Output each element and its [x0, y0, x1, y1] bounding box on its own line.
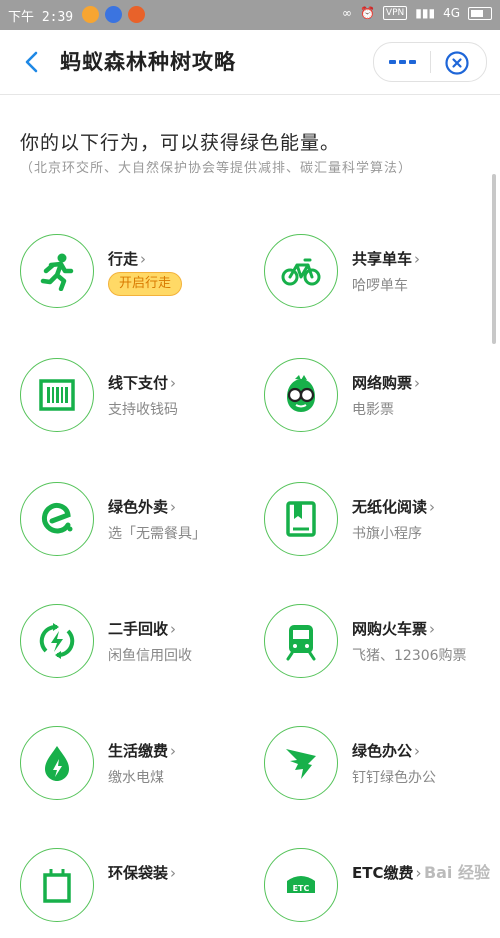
behavior-item-second-hand-recycle[interactable]: 二手回收 › 闲鱼信用回收	[20, 604, 250, 694]
behavior-item-walking[interactable]: 行走 › 开启行走	[20, 234, 250, 324]
chevron-right-icon: ›	[170, 864, 177, 882]
item-label: 生活缴费 ›	[108, 742, 177, 760]
chevron-right-icon: ›	[414, 250, 421, 268]
vpn-badge: VPN	[382, 6, 408, 20]
item-label: 绿色外卖 ›	[108, 498, 177, 516]
item-icon-circle	[264, 726, 338, 800]
item-label: 行走 ›	[108, 250, 147, 268]
page-title: 蚂蚁森林种树攻略	[60, 50, 236, 74]
behavior-item-utility-payment[interactable]: 生活缴费 › 缴水电煤	[20, 726, 250, 816]
item-label: 共享单车 ›	[352, 250, 421, 268]
item-icon-circle: ETC	[264, 848, 338, 922]
status-right: ∞ ⏰ VPN ▮▮▮ 4G	[342, 6, 492, 20]
item-icon-circle	[264, 234, 338, 308]
intro-note: （北京环交所、大自然保护协会等提供减排、碳汇量科学算法）	[20, 161, 413, 176]
item-sub: 电影票	[352, 402, 394, 418]
item-sub: 闲鱼信用回收	[108, 648, 192, 664]
ellipsis-icon[interactable]	[388, 54, 418, 70]
behavior-item-green-takeout[interactable]: 绿色外卖 › 选「无需餐具」	[20, 482, 250, 572]
item-sub: 缴水电煤	[108, 770, 164, 786]
behavior-item-green-office[interactable]: 绿色办公 › 钉钉绿色办公	[264, 726, 494, 816]
chevron-right-icon: ›	[170, 498, 177, 516]
alarm-icon: ⏰	[359, 6, 375, 20]
glasses-mascot-icon	[287, 375, 315, 412]
nav-header: 蚂蚁森林种树攻略	[0, 30, 500, 95]
taobao-app-icon	[128, 6, 145, 23]
item-label: 网购火车票 ›	[352, 620, 436, 638]
recycle-bolt-icon	[39, 623, 75, 659]
behavior-item-train-tickets[interactable]: 网购火车票 › 飞猪、12306购票	[264, 604, 494, 694]
battery-icon	[468, 6, 492, 20]
item-label: 网络购票 ›	[352, 374, 421, 392]
item-label: 绿色办公 ›	[352, 742, 421, 760]
item-sub: 钉钉绿色办公	[352, 770, 436, 786]
item-icon-circle	[20, 358, 94, 432]
status-bar: 下午 2:39 ∞ ⏰ VPN ▮▮▮ 4G	[0, 0, 500, 30]
chevron-right-icon: ›	[414, 742, 421, 760]
item-icon-circle	[264, 604, 338, 678]
behavior-item-paperless-reading[interactable]: 无纸化阅读 › 书旗小程序	[264, 482, 494, 572]
notification-icons	[82, 6, 145, 23]
item-label: 无纸化阅读 ›	[352, 498, 436, 516]
item-icon-circle	[264, 482, 338, 556]
bicycle-icon	[281, 258, 321, 286]
item-sub: 飞猪、12306购票	[352, 648, 467, 664]
item-icon-circle	[20, 726, 94, 800]
shield-app-icon	[105, 6, 122, 23]
chevron-right-icon: ›	[415, 864, 422, 882]
chevron-right-icon: ›	[429, 620, 436, 638]
signal-icon: ▮▮▮	[415, 6, 436, 20]
behavior-item-offline-payment[interactable]: 线下支付 › 支持收钱码	[20, 358, 250, 448]
item-sub: 哈啰单车	[352, 278, 408, 294]
chevron-right-icon: ›	[170, 374, 177, 392]
chevron-right-icon: ›	[170, 742, 177, 760]
item-sub: 选「无需餐具」	[108, 526, 206, 542]
capsule-divider	[430, 51, 431, 73]
running-icon	[40, 253, 74, 291]
item-icon-circle	[20, 482, 94, 556]
item-icon-circle	[20, 604, 94, 678]
barcode-icon	[39, 379, 75, 411]
item-icon-circle	[264, 358, 338, 432]
start-walking-button[interactable]: 开启行走	[108, 272, 183, 296]
intro-title: 你的以下行为，可以获得绿色能量。	[20, 132, 341, 154]
close-circle-icon[interactable]	[444, 50, 470, 76]
watermark: Bai 经验	[423, 863, 490, 882]
item-label: 线下支付 ›	[108, 374, 177, 392]
behavior-item-bike-sharing[interactable]: 共享单车 › 哈啰单车	[264, 234, 494, 324]
book-icon	[286, 501, 316, 537]
dingtalk-icon	[286, 749, 316, 779]
chevron-right-icon: ›	[170, 620, 177, 638]
item-label: ETC缴费 ›	[352, 864, 422, 882]
behavior-item-eco-bag[interactable]: 环保袋装 ›	[20, 848, 250, 938]
item-icon-circle	[20, 234, 94, 308]
link-icon: ∞	[341, 6, 352, 20]
mini-program-capsule	[373, 42, 487, 82]
network-type: 4G	[443, 6, 460, 20]
scrollbar[interactable]	[492, 174, 496, 344]
train-icon	[286, 625, 316, 661]
app-notification-icon	[82, 6, 99, 23]
etc-icon: ETC	[287, 876, 315, 893]
item-label: 环保袋装 ›	[108, 864, 177, 882]
chevron-right-icon: ›	[414, 374, 421, 392]
eleme-icon	[41, 502, 73, 534]
back-icon[interactable]	[18, 48, 46, 76]
behavior-item-online-tickets[interactable]: 网络购票 › 电影票	[264, 358, 494, 448]
status-time: 下午 2:39	[8, 10, 74, 25]
chevron-right-icon: ›	[429, 498, 436, 516]
item-sub: 支持收钱码	[108, 402, 178, 418]
drop-bolt-icon	[45, 746, 69, 781]
item-icon-circle	[20, 848, 94, 922]
bag-icon	[43, 869, 71, 903]
chevron-right-icon: ›	[140, 250, 147, 268]
item-label: 二手回收 ›	[108, 620, 177, 638]
item-sub: 书旗小程序	[352, 526, 422, 542]
